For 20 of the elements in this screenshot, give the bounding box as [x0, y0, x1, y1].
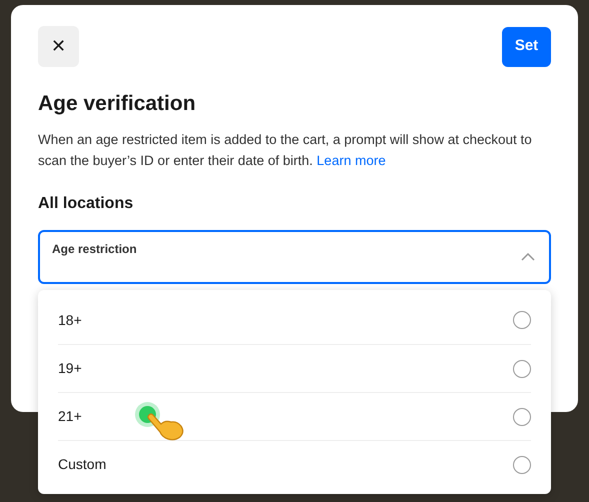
age-restriction-select[interactable]: Age restriction	[38, 230, 551, 284]
learn-more-link[interactable]: Learn more	[316, 153, 386, 168]
set-button[interactable]: Set	[502, 26, 551, 66]
radio-button[interactable]	[513, 408, 531, 426]
dialog-title: Age verification	[38, 91, 197, 117]
chevron-up-icon	[521, 253, 535, 261]
option-label: 18+	[58, 310, 82, 330]
age-option[interactable]: 18+	[58, 296, 531, 344]
close-button[interactable]: ✕	[38, 26, 79, 67]
option-label: 21+	[58, 407, 82, 426]
description-text: When an age restricted item is added to the cart, a prompt will show at checkout to scan the buyer’s ID or enter their date of birth. Learn more	[38, 131, 533, 170]
age-option[interactable]: 19+	[58, 344, 531, 392]
option-label: 19+	[58, 359, 82, 378]
radio-button[interactable]	[513, 311, 531, 329]
age-option[interactable]: Custom	[58, 440, 531, 488]
radio-button[interactable]	[513, 456, 531, 474]
option-label: Custom	[58, 455, 106, 474]
radio-button[interactable]	[513, 360, 531, 378]
section-title: All locations	[38, 194, 134, 214]
field-label: Age restriction	[52, 241, 137, 256]
